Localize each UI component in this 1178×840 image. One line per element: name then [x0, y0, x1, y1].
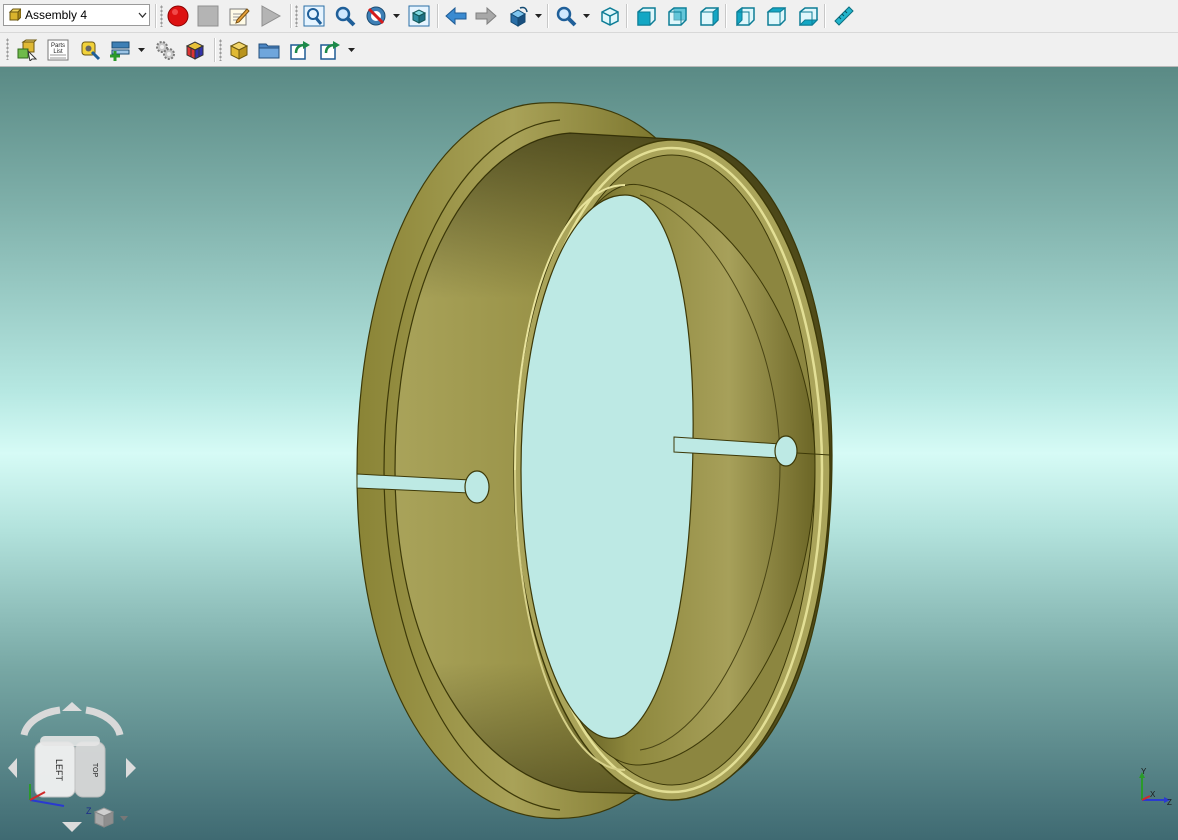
bushing-model[interactable]: [356, 102, 833, 820]
zoom-button[interactable]: [554, 4, 578, 28]
parts-list-button[interactable]: Parts List: [46, 38, 70, 62]
record-macro-button[interactable]: [166, 4, 190, 28]
svg-text:List: List: [53, 49, 63, 55]
bottom-view-button[interactable]: [796, 4, 820, 28]
rotate-ccw-arrow[interactable]: [20, 706, 61, 737]
assembly-selector[interactable]: Assembly 4: [3, 4, 150, 26]
component-select-icon: [17, 39, 38, 61]
assembly-icon: [8, 8, 21, 22]
next-view-button[interactable]: [474, 4, 498, 28]
export-options-icon: [320, 41, 340, 60]
cube-pattern-button[interactable]: [183, 38, 207, 62]
arrow-up-icon[interactable]: [62, 702, 82, 711]
zoom-dropdown[interactable]: [582, 4, 590, 28]
render-mode-icon: [366, 6, 386, 26]
insert-component-button[interactable]: [108, 38, 132, 62]
view-cube-axis-z: Z: [86, 806, 92, 816]
zoom-fit-button[interactable]: [302, 4, 326, 28]
chevron-down-icon[interactable]: [135, 5, 149, 25]
stop-macro-button[interactable]: [196, 4, 220, 28]
insert-component-dropdown[interactable]: [137, 38, 145, 62]
view-cube[interactable]: LEFT TOP Z: [8, 702, 136, 832]
arrow-right-icon: [475, 6, 497, 26]
play-icon: [261, 5, 281, 27]
render-mode-dropdown[interactable]: [392, 4, 400, 28]
export-options-button[interactable]: [318, 38, 342, 62]
bottom-view-cube-icon: [798, 7, 819, 26]
left-view-cube-icon: [736, 6, 755, 27]
edit-macro-button[interactable]: [227, 4, 251, 28]
shaded-view-button[interactable]: [407, 4, 431, 28]
previous-view-button[interactable]: [444, 4, 468, 28]
arrow-left-icon[interactable]: [8, 758, 17, 778]
view-orientation-dropdown[interactable]: [534, 4, 542, 28]
zoom-fit-icon: [303, 5, 325, 27]
right-view-button[interactable]: [697, 4, 721, 28]
rotate-cw-arrow[interactable]: [85, 706, 124, 736]
part-cube-icon: [229, 41, 249, 60]
top-view-cube-icon: [766, 7, 787, 26]
left-view-button[interactable]: [733, 4, 757, 28]
tape-measure-icon: [81, 41, 101, 61]
open-part-button[interactable]: [226, 38, 250, 62]
triad-z-label: Z: [1167, 798, 1172, 807]
magnifier-icon: [335, 6, 356, 27]
home-cube-icon[interactable]: [93, 807, 128, 828]
view-cube-face-top: TOP: [91, 763, 98, 778]
export-options-dropdown[interactable]: [347, 38, 355, 62]
measure-tape-button[interactable]: [78, 38, 102, 62]
parts-list-icon: PartsList: [47, 39, 69, 61]
shaded-cube-icon: [408, 5, 430, 27]
ruler-icon: [834, 6, 854, 26]
view-cube-face-left: LEFT: [54, 759, 64, 782]
front-view-button[interactable]: [634, 4, 658, 28]
triad-y-label: Y: [1141, 767, 1147, 776]
render-mode-button[interactable]: [364, 4, 388, 28]
3d-viewport[interactable]: LEFT TOP Z Y X Z: [0, 67, 1178, 840]
arrow-left-icon: [445, 6, 467, 26]
right-view-cube-icon: [700, 6, 719, 27]
edit-notepad-icon: [229, 8, 250, 26]
arrow-down-icon[interactable]: [62, 822, 82, 832]
play-macro-button[interactable]: [258, 4, 282, 28]
view-orientation-button[interactable]: [506, 4, 530, 28]
zoom-window-button[interactable]: [333, 4, 357, 28]
component-select-button[interactable]: [15, 38, 39, 62]
settings-button[interactable]: [153, 38, 177, 62]
view-orientation-icon: [509, 6, 528, 27]
insert-component-icon: [110, 41, 130, 61]
export-button[interactable]: [288, 38, 312, 62]
folder-icon: [258, 43, 280, 59]
measure-button[interactable]: [832, 4, 856, 28]
arrow-right-icon[interactable]: [126, 758, 136, 778]
rubik-cube-icon: [185, 41, 205, 60]
record-icon: [167, 5, 189, 27]
back-view-button[interactable]: [665, 4, 689, 28]
open-folder-button[interactable]: [257, 38, 281, 62]
back-view-cube-icon: [668, 7, 687, 26]
zoom-icon: [556, 6, 577, 27]
iso-view-button[interactable]: [598, 4, 622, 28]
coordinate-triad: Y X Z: [1139, 767, 1172, 807]
wireframe-cube-icon: [601, 7, 619, 26]
secondary-toolbar: Parts List: [0, 33, 1178, 67]
front-view-cube-icon: [637, 7, 656, 26]
top-view-button[interactable]: [764, 4, 788, 28]
export-arrow-icon: [290, 41, 310, 60]
stop-icon: [197, 5, 219, 27]
triad-x-label: X: [1150, 790, 1156, 799]
main-toolbar: Assembly 4: [0, 0, 1178, 33]
assembly-selector-value: Assembly 4: [25, 8, 88, 22]
gear-icon: [156, 41, 175, 60]
